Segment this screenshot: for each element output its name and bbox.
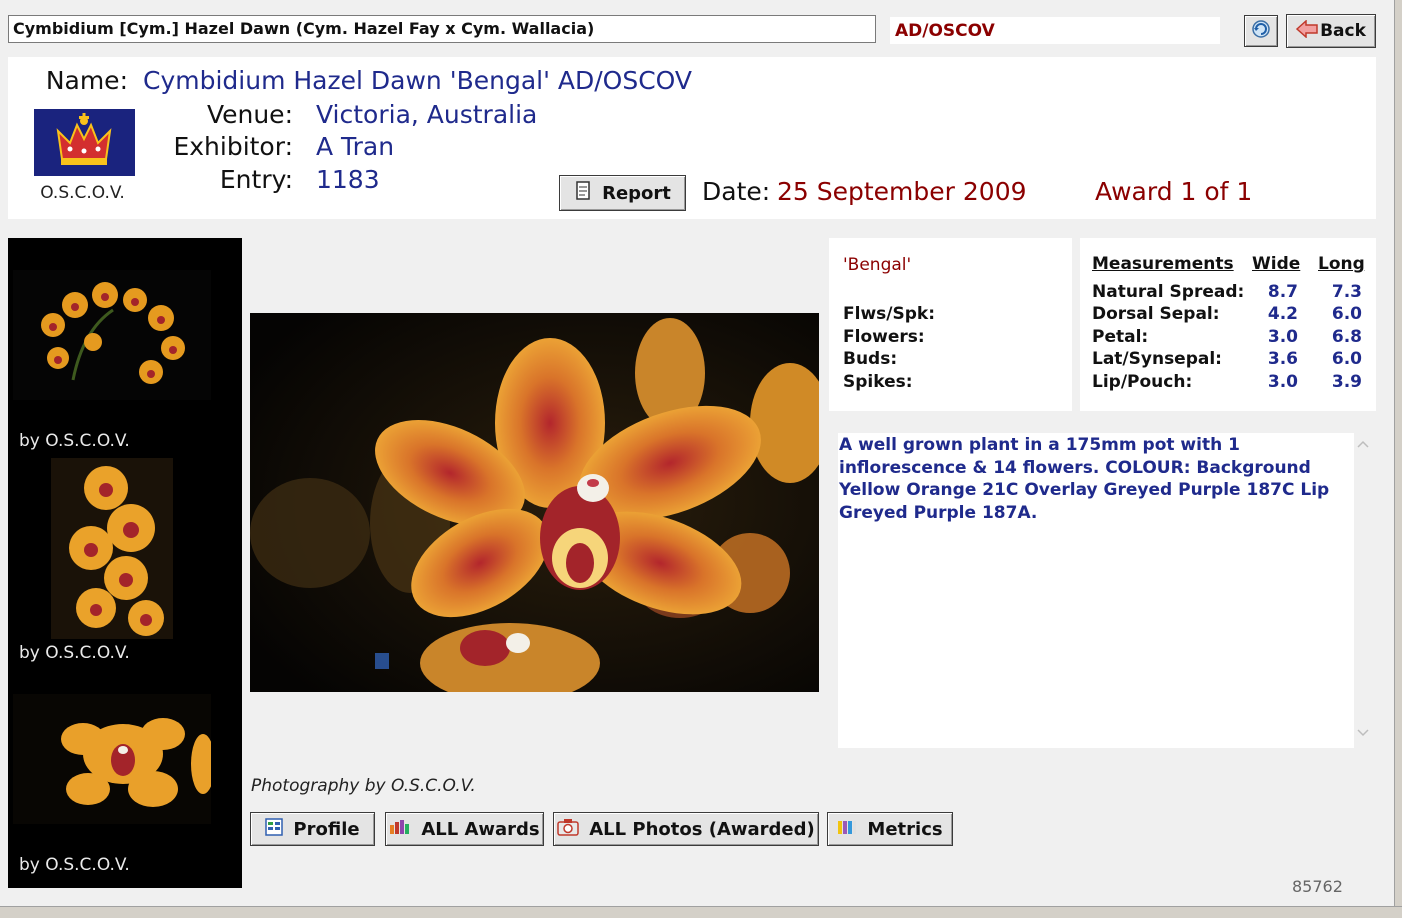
all-awards-label: ALL Awards — [421, 818, 540, 840]
report-label: Report — [602, 182, 671, 204]
thumbnail-photo-2[interactable] — [51, 458, 173, 639]
measurement-long-value: 6.8 — [1331, 327, 1362, 347]
measurement-wide-value: 3.0 — [1267, 327, 1298, 347]
awards-icon — [389, 819, 411, 840]
main-orchid-photo[interactable] — [250, 313, 819, 692]
spikes-label: Spikes: — [843, 372, 913, 392]
thumbnail-caption-1: by O.S.C.O.V. — [19, 431, 130, 451]
crown-crest-icon — [34, 109, 135, 176]
refresh-icon — [1251, 19, 1271, 43]
cultivar-name: 'Bengal' — [843, 255, 912, 275]
thumbnail-strip: by O.S.C.O.V. by O.S.C.O.V. by O.S.C.O.V… — [8, 238, 242, 888]
record-id: 85762 — [1292, 877, 1343, 896]
flowers-label: Flowers: — [843, 327, 925, 347]
date-label: Date: — [702, 177, 771, 206]
measurement-long-value: 6.0 — [1331, 349, 1362, 369]
measurements-header: Measurements — [1092, 254, 1234, 274]
measurement-row-label: Dorsal Sepal: — [1092, 304, 1220, 324]
wide-header: Wide — [1252, 254, 1301, 274]
thumbnail-photo-1[interactable] — [13, 270, 211, 400]
measurement-wide-value: 8.7 — [1267, 282, 1298, 302]
measurement-wide-value: 3.6 — [1267, 349, 1298, 369]
measurement-row-label: Lat/Synsepal: — [1092, 349, 1222, 369]
thumbnail-photo-3[interactable] — [13, 694, 211, 824]
society-caption: O.S.C.O.V. — [40, 183, 125, 203]
measurement-row-label: Petal: — [1092, 327, 1149, 347]
thumbnail-caption-3: by O.S.C.O.V. — [19, 855, 130, 875]
camera-icon — [557, 818, 579, 841]
name-label: Name: — [45, 66, 128, 95]
profile-button[interactable]: Profile — [250, 812, 375, 846]
entry-value: 1183 — [316, 165, 380, 194]
plant-title-field[interactable]: Cymbidium [Cym.] Hazel Dawn (Cym. Hazel … — [8, 15, 876, 43]
refresh-button[interactable] — [1244, 15, 1278, 47]
name-value: Cymbidium Hazel Dawn 'Bengal' AD/OSCOV — [143, 66, 693, 95]
all-awards-button[interactable]: ALL Awards — [385, 812, 544, 846]
measurement-long-value: 6.0 — [1331, 304, 1362, 324]
scroll-down-icon[interactable] — [1356, 727, 1370, 743]
exhibitor-label: Exhibitor: — [173, 132, 293, 161]
photo-credit: Photography by O.S.C.O.V. — [251, 776, 476, 796]
profile-label: Profile — [293, 818, 360, 840]
venue-label: Venue: — [206, 100, 293, 129]
arrow-left-icon — [1295, 18, 1318, 43]
measurement-wide-value: 4.2 — [1267, 304, 1298, 324]
measurement-row-label: Natural Spread: — [1092, 282, 1245, 302]
report-icon — [574, 180, 592, 206]
description-text: A well grown plant in a 175mm pot with 1… — [839, 435, 1330, 523]
metrics-button[interactable]: Metrics — [827, 812, 953, 846]
venue-value: Victoria, Australia — [316, 100, 538, 129]
window-frame-bottom — [0, 906, 1402, 918]
all-photos-label: ALL Photos (Awarded) — [589, 818, 815, 840]
date-value: 25 September 2009 — [777, 177, 1027, 206]
all-photos-button[interactable]: ALL Photos (Awarded) — [553, 812, 819, 846]
award-count: Award 1 of 1 — [1095, 177, 1253, 206]
window-frame-right — [1394, 0, 1402, 917]
metrics-label: Metrics — [867, 818, 943, 840]
metrics-icon — [837, 819, 857, 840]
thumbnail-caption-2: by O.S.C.O.V. — [19, 643, 130, 663]
measurement-long-value: 7.3 — [1331, 282, 1362, 302]
measurement-long-value: 3.9 — [1331, 372, 1362, 392]
flws-per-spike-label: Flws/Spk: — [843, 304, 935, 324]
scroll-up-icon[interactable] — [1356, 438, 1370, 454]
exhibitor-value: A Tran — [316, 132, 395, 161]
buds-label: Buds: — [843, 349, 898, 369]
long-header: Long — [1318, 254, 1365, 274]
profile-icon — [265, 817, 284, 841]
measurement-wide-value: 3.0 — [1267, 372, 1298, 392]
report-button[interactable]: Report — [559, 175, 686, 211]
measurement-row-label: Lip/Pouch: — [1092, 372, 1193, 392]
award-code-field: AD/OSCOV — [890, 17, 1220, 44]
back-label: Back — [1320, 21, 1366, 41]
entry-label: Entry: — [219, 165, 293, 194]
back-button[interactable]: Back — [1286, 14, 1376, 48]
